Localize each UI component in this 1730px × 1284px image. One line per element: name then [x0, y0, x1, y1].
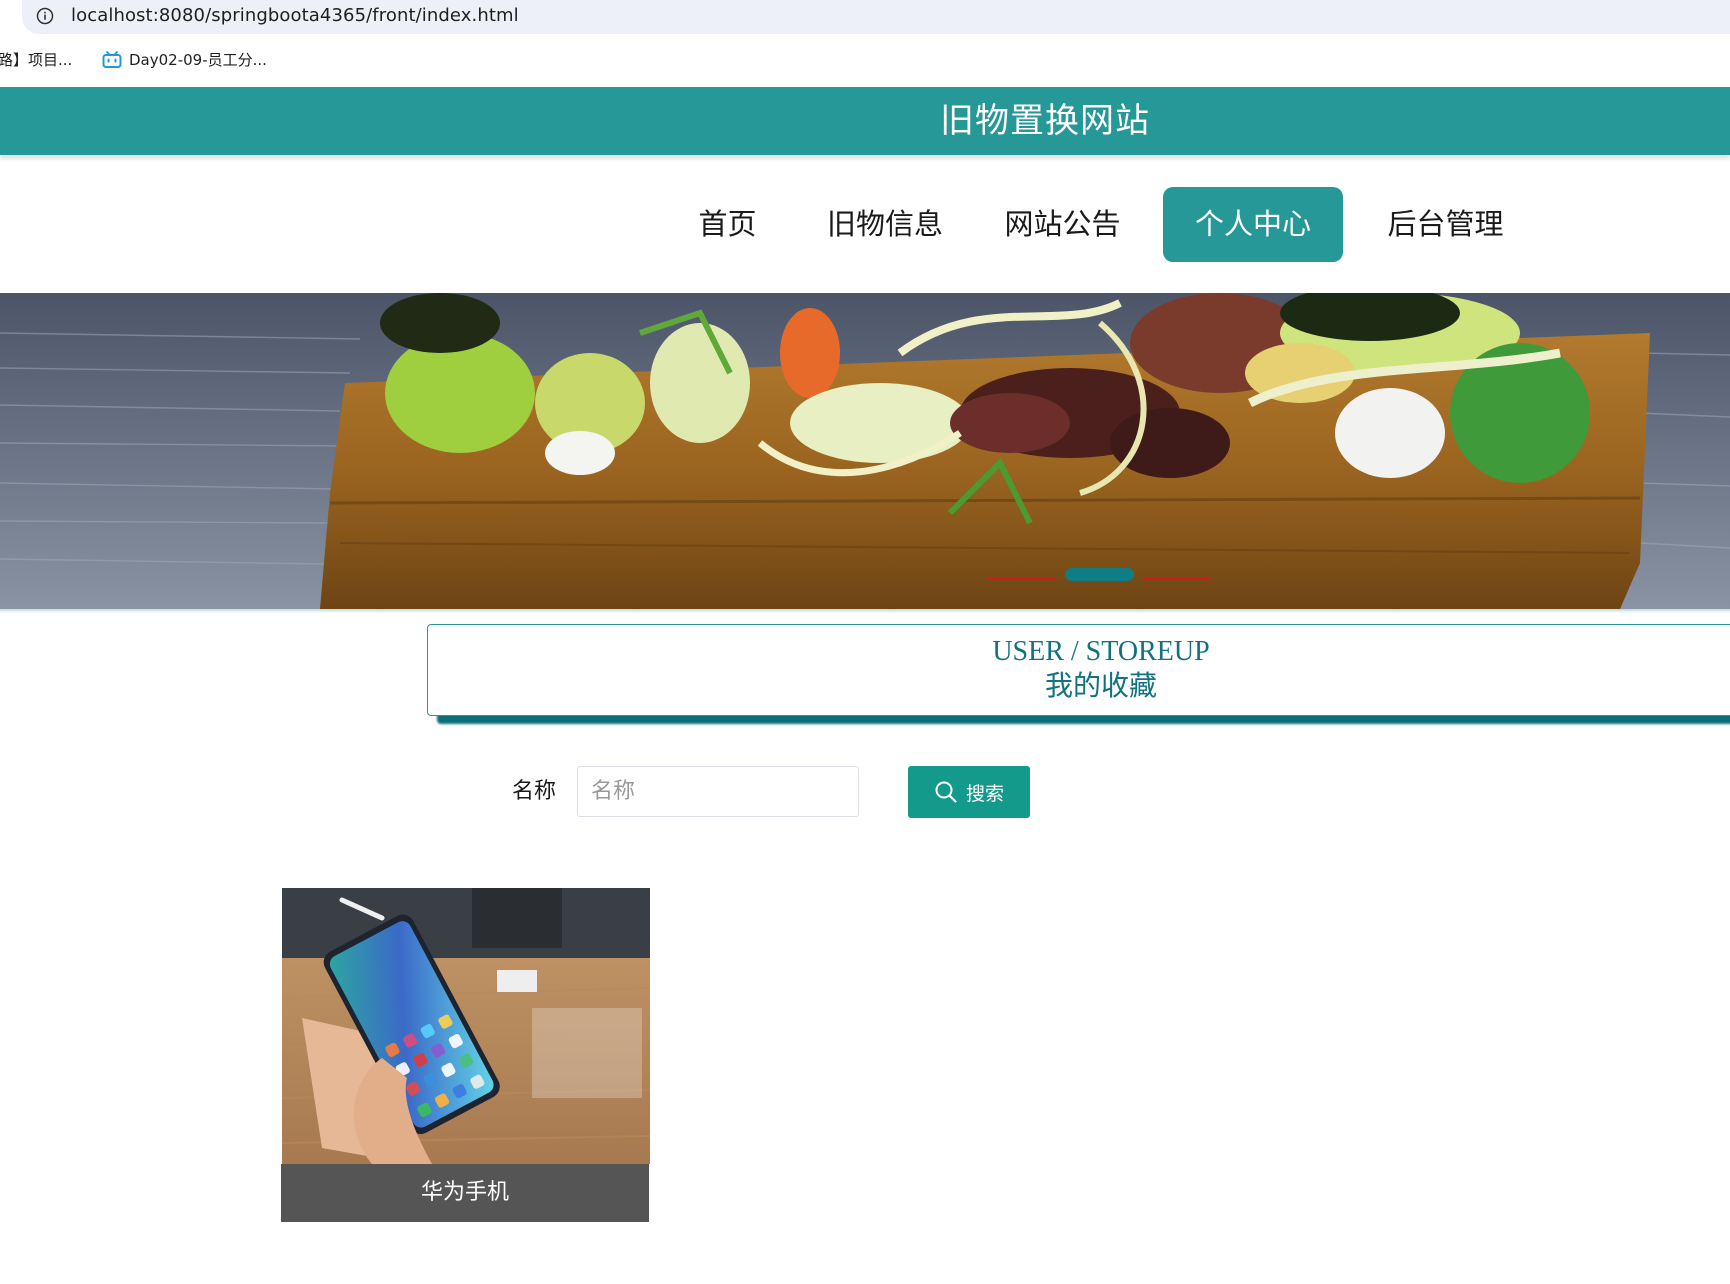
- address-bar[interactable]: localhost:8080/springboota4365/front/ind…: [22, 0, 1730, 34]
- section-title-cn: 我的收藏: [1044, 669, 1157, 702]
- bookmark-label: Day02-09-员工分...: [129, 51, 267, 69]
- section-title-box: USER / STOREUP 我的收藏: [427, 624, 1730, 716]
- banner-divider: [0, 609, 1730, 613]
- bookmarks-bar: 路】项目... Day02-09-员工分...: [0, 40, 1730, 80]
- phone-photo: [282, 888, 650, 1164]
- main-nav: 首页 旧物信息 网站公告 个人中心 后台管理: [0, 187, 1730, 262]
- carousel-indicator-2-active[interactable]: [1065, 568, 1134, 581]
- nav-item-goods-info[interactable]: 旧物信息: [820, 187, 950, 262]
- carousel-indicator-1[interactable]: [988, 578, 1056, 580]
- search-label: 名称: [512, 779, 557, 804]
- nav-item-announcements[interactable]: 网站公告: [1000, 187, 1125, 262]
- banner-carousel[interactable]: [0, 293, 1730, 609]
- carousel-indicator-3[interactable]: [1143, 578, 1211, 580]
- section-title-en: USER / STOREUP: [992, 636, 1210, 667]
- product-image: [282, 888, 650, 1164]
- url-text[interactable]: localhost:8080/springboota4365/front/ind…: [71, 4, 519, 28]
- product-card[interactable]: 华为手机: [281, 888, 650, 1222]
- bookmark-item[interactable]: 路】项目...: [0, 50, 72, 70]
- bilibili-tv-icon: [102, 51, 122, 68]
- name-search-input[interactable]: [577, 766, 859, 817]
- nav-item-admin[interactable]: 后台管理: [1383, 187, 1508, 262]
- bookmark-item[interactable]: Day02-09-员工分...: [102, 50, 267, 70]
- product-name: 华为手机: [281, 1164, 649, 1222]
- site-header: 旧物置换网站: [0, 87, 1730, 155]
- search-button[interactable]: 搜索: [908, 766, 1030, 818]
- site-info-icon[interactable]: [36, 7, 54, 25]
- search-button-label: 搜索: [965, 782, 1004, 805]
- nav-item-home[interactable]: 首页: [690, 187, 765, 262]
- nav-item-user-center[interactable]: 个人中心: [1163, 187, 1343, 262]
- banner-image: [0, 293, 1730, 609]
- search-icon: [935, 781, 957, 803]
- site-title: 旧物置换网站: [940, 101, 1150, 141]
